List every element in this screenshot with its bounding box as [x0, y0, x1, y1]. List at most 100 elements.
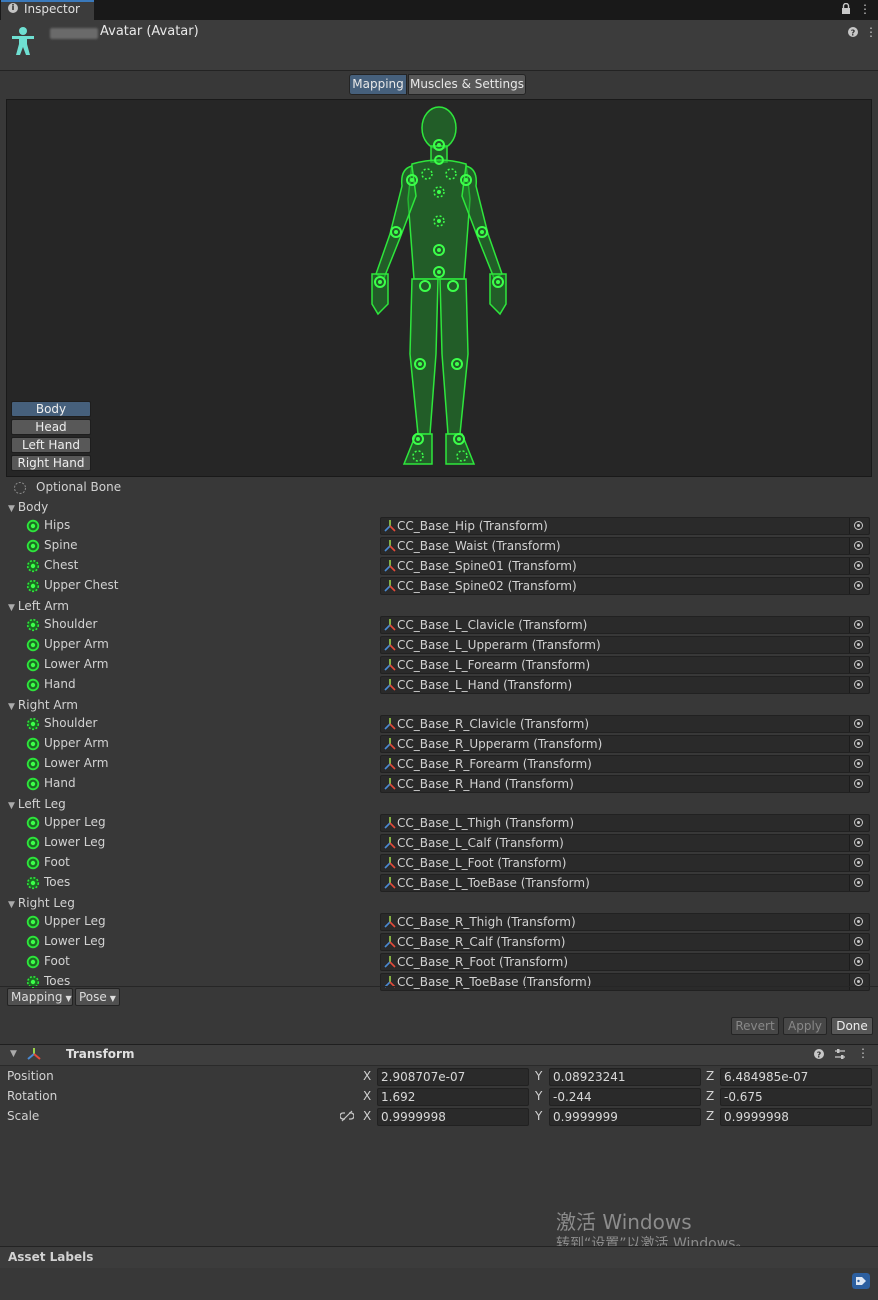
axis-label-x[interactable]: X	[363, 1089, 371, 1103]
help-icon[interactable]: ?	[848, 27, 858, 37]
lock-icon[interactable]	[841, 3, 851, 15]
optional-bone-icon[interactable]	[26, 559, 40, 573]
object-picker-icon[interactable]	[849, 835, 868, 851]
constrain-proportions-icon[interactable]	[340, 1110, 354, 1122]
part-button-right-hand[interactable]: Right Hand	[11, 455, 91, 471]
axis-label-x[interactable]: X	[363, 1109, 371, 1123]
presets-icon[interactable]	[834, 1048, 846, 1060]
group-header-body[interactable]: ▼ Body	[8, 498, 48, 516]
required-bone-icon[interactable]	[26, 816, 40, 830]
bone-transform-field[interactable]: CC_Base_Waist (Transform)	[380, 537, 870, 555]
header-menu-icon[interactable]: ⋮	[865, 25, 877, 39]
object-picker-icon[interactable]	[849, 677, 868, 693]
scale-y-field[interactable]: 0.9999999	[549, 1108, 701, 1126]
object-picker-icon[interactable]	[849, 637, 868, 653]
required-bone-icon[interactable]	[26, 955, 40, 969]
required-bone-icon[interactable]	[26, 539, 40, 553]
optional-bone-icon[interactable]	[26, 618, 40, 632]
bone-transform-field[interactable]: CC_Base_R_Thigh (Transform)	[380, 913, 870, 931]
axis-label-y[interactable]: Y	[535, 1109, 542, 1123]
scale-x-field[interactable]: 0.9999998	[377, 1108, 529, 1126]
group-header-left-arm[interactable]: ▼ Left Arm	[8, 597, 69, 615]
object-picker-icon[interactable]	[849, 657, 868, 673]
object-picker-icon[interactable]	[849, 815, 868, 831]
bone-transform-field[interactable]: CC_Base_R_Foot (Transform)	[380, 953, 870, 971]
object-picker-icon[interactable]	[849, 756, 868, 772]
required-bone-icon[interactable]	[26, 658, 40, 672]
bone-transform-field[interactable]: CC_Base_L_Calf (Transform)	[380, 834, 870, 852]
bone-transform-field[interactable]: CC_Base_L_Hand (Transform)	[380, 676, 870, 694]
part-button-body[interactable]: Body	[11, 401, 91, 417]
required-bone-icon[interactable]	[26, 678, 40, 692]
position-y-field[interactable]: 0.08923241	[549, 1068, 701, 1086]
part-button-head[interactable]: Head	[11, 419, 91, 435]
object-picker-icon[interactable]	[849, 934, 868, 950]
required-bone-icon[interactable]	[26, 638, 40, 652]
label-tag-icon[interactable]	[852, 1273, 870, 1289]
required-bone-icon[interactable]	[26, 856, 40, 870]
bone-transform-field[interactable]: CC_Base_L_Upperarm (Transform)	[380, 636, 870, 654]
pose-dropdown[interactable]: Pose ▼	[75, 988, 120, 1006]
object-picker-icon[interactable]	[849, 974, 868, 990]
group-header-right-arm[interactable]: ▼ Right Arm	[8, 696, 78, 714]
axis-label-z[interactable]: Z	[706, 1109, 714, 1123]
required-bone-icon[interactable]	[26, 915, 40, 929]
bone-transform-field[interactable]: CC_Base_R_ToeBase (Transform)	[380, 973, 870, 991]
required-bone-icon[interactable]	[26, 519, 40, 533]
group-header-left-leg[interactable]: ▼ Left Leg	[8, 795, 66, 813]
object-picker-icon[interactable]	[849, 578, 868, 594]
bone-transform-field[interactable]: CC_Base_R_Upperarm (Transform)	[380, 735, 870, 753]
apply-button[interactable]: Apply	[783, 1017, 827, 1035]
object-picker-icon[interactable]	[849, 736, 868, 752]
object-picker-icon[interactable]	[849, 538, 868, 554]
object-picker-icon[interactable]	[849, 518, 868, 534]
bone-transform-field[interactable]: CC_Base_L_Foot (Transform)	[380, 854, 870, 872]
axis-label-x[interactable]: X	[363, 1069, 371, 1083]
bone-transform-field[interactable]: CC_Base_R_Calf (Transform)	[380, 933, 870, 951]
optional-bone-icon[interactable]	[26, 717, 40, 731]
bone-transform-field[interactable]: CC_Base_L_Thigh (Transform)	[380, 814, 870, 832]
bone-transform-field[interactable]: CC_Base_R_Hand (Transform)	[380, 775, 870, 793]
axis-label-y[interactable]: Y	[535, 1089, 542, 1103]
object-picker-icon[interactable]	[849, 776, 868, 792]
object-picker-icon[interactable]	[849, 914, 868, 930]
component-menu-icon[interactable]: ⋮	[857, 1046, 869, 1060]
bone-transform-field[interactable]: CC_Base_Hip (Transform)	[380, 517, 870, 535]
part-button-left-hand[interactable]: Left Hand	[11, 437, 91, 453]
done-button[interactable]: Done	[831, 1017, 873, 1035]
bone-transform-field[interactable]: CC_Base_Spine02 (Transform)	[380, 577, 870, 595]
required-bone-icon[interactable]	[26, 836, 40, 850]
revert-button[interactable]: Revert	[731, 1017, 779, 1035]
axis-label-y[interactable]: Y	[535, 1069, 542, 1083]
bone-transform-field[interactable]: CC_Base_Spine01 (Transform)	[380, 557, 870, 575]
help-icon[interactable]: ?	[814, 1049, 824, 1059]
object-picker-icon[interactable]	[849, 558, 868, 574]
position-z-field[interactable]: 6.484985e-07	[720, 1068, 872, 1086]
bone-transform-field[interactable]: CC_Base_L_ToeBase (Transform)	[380, 874, 870, 892]
axis-label-z[interactable]: Z	[706, 1089, 714, 1103]
tab-mapping[interactable]: Mapping	[349, 74, 407, 95]
required-bone-icon[interactable]	[26, 935, 40, 949]
optional-bone-icon[interactable]	[26, 876, 40, 890]
kebab-menu-icon[interactable]: ⋮	[859, 2, 871, 16]
bone-transform-field[interactable]: CC_Base_L_Forearm (Transform)	[380, 656, 870, 674]
object-picker-icon[interactable]	[849, 954, 868, 970]
axis-label-z[interactable]: Z	[706, 1069, 714, 1083]
required-bone-icon[interactable]	[26, 757, 40, 771]
bone-transform-field[interactable]: CC_Base_R_Clavicle (Transform)	[380, 715, 870, 733]
rotation-z-field[interactable]: -0.675	[720, 1088, 872, 1106]
rotation-y-field[interactable]: -0.244	[549, 1088, 701, 1106]
object-picker-icon[interactable]	[849, 875, 868, 891]
rotation-x-field[interactable]: 1.692	[377, 1088, 529, 1106]
tab-muscles-settings[interactable]: Muscles & Settings	[408, 74, 526, 95]
required-bone-icon[interactable]	[26, 737, 40, 751]
optional-bone-icon[interactable]	[26, 579, 40, 593]
object-picker-icon[interactable]	[849, 716, 868, 732]
collapse-arrow-icon[interactable]: ▼	[10, 1049, 17, 1059]
required-bone-icon[interactable]	[26, 777, 40, 791]
object-picker-icon[interactable]	[849, 617, 868, 633]
group-header-right-leg[interactable]: ▼ Right Leg	[8, 894, 75, 912]
bone-transform-field[interactable]: CC_Base_L_Clavicle (Transform)	[380, 616, 870, 634]
mapping-dropdown[interactable]: Mapping ▼	[7, 988, 73, 1006]
object-picker-icon[interactable]	[849, 855, 868, 871]
